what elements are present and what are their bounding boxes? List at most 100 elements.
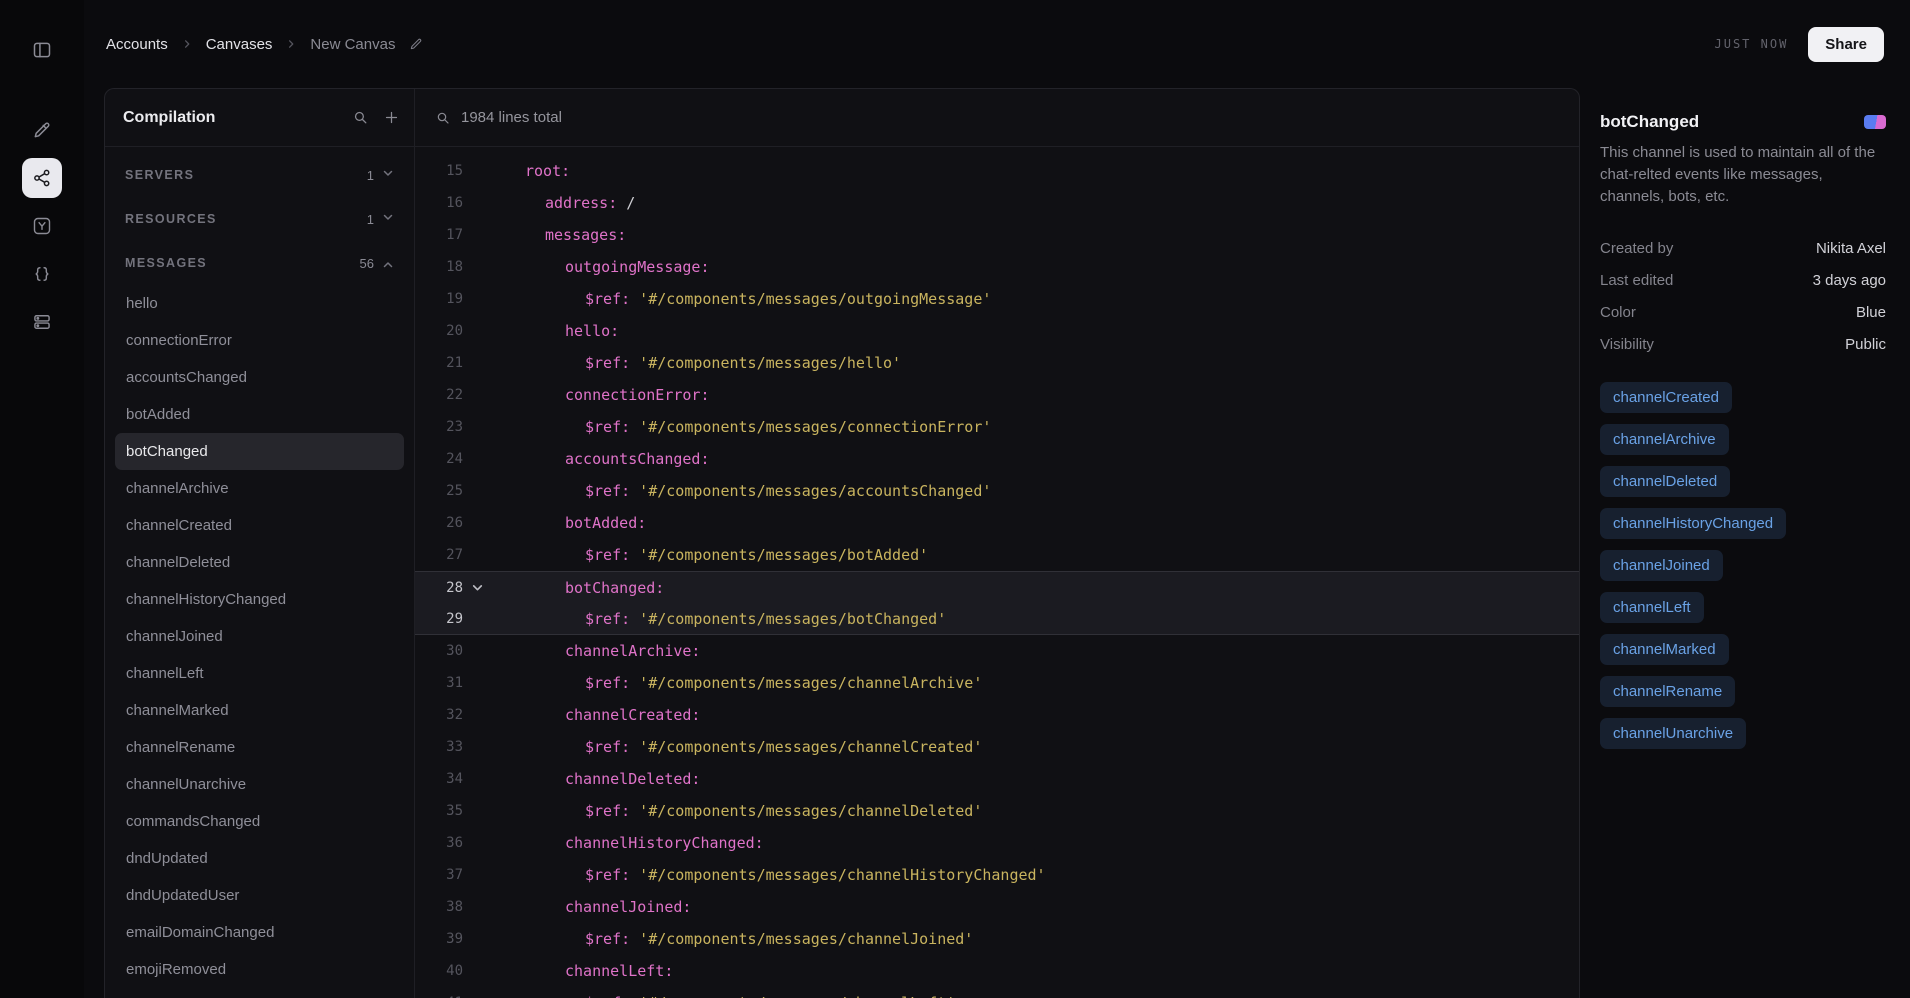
code-line[interactable]: 19$ref: '#/components/messages/outgoingM…	[415, 283, 1579, 315]
related-message-tag[interactable]: channelLeft	[1600, 592, 1704, 623]
share-button[interactable]: Share	[1808, 27, 1884, 62]
details-description: This channel is used to maintain all of …	[1600, 142, 1886, 208]
details-tags: channelCreated channelArchive channelDelet…	[1600, 382, 1886, 749]
line-number: 17	[415, 227, 463, 243]
message-item[interactable]: hello	[115, 285, 404, 322]
chevron-down-icon	[382, 210, 394, 228]
braces-icon[interactable]	[22, 254, 62, 294]
message-item[interactable]: botAdded	[115, 396, 404, 433]
code-line[interactable]: 24accountsChanged:	[415, 443, 1579, 475]
code-editor[interactable]: 15 root: 16address: /17messages:18outgoing…	[415, 147, 1579, 998]
code-line[interactable]: 33$ref: '#/components/messages/channelCr…	[415, 731, 1579, 763]
breadcrumb-accounts[interactable]: Accounts	[106, 36, 168, 53]
code-line[interactable]: 18outgoingMessage:	[415, 251, 1579, 283]
code-line[interactable]: 26botAdded:	[415, 507, 1579, 539]
line-number: 27	[415, 547, 463, 563]
section-servers[interactable]: SERVERS1	[115, 153, 404, 197]
related-message-tag[interactable]: channelArchive	[1600, 424, 1729, 455]
line-number: 39	[415, 931, 463, 947]
code-line[interactable]: 36channelHistoryChanged:	[415, 827, 1579, 859]
code-line[interactable]: 41$ref: '#/components/messages/channelLe…	[415, 987, 1579, 998]
code-line[interactable]: 27 $ref: '#/components/messages/botAdded'	[415, 539, 1579, 571]
nodes-icon[interactable]	[22, 158, 62, 198]
code-line[interactable]: 22connectionError:	[415, 379, 1579, 411]
yaml-icon[interactable]	[22, 206, 62, 246]
message-item[interactable]: channelCreated	[115, 507, 404, 544]
code-line[interactable]: 31$ref: '#/components/messages/channelAr…	[415, 667, 1579, 699]
line-number: 30	[415, 643, 463, 659]
related-message-tag[interactable]: channelMarked	[1600, 634, 1729, 665]
related-message-tag[interactable]: channelJoined	[1600, 550, 1723, 581]
code-line[interactable]: 39$ref: '#/components/messages/channelJo…	[415, 923, 1579, 955]
meta-label: Color	[1600, 304, 1636, 321]
section-label: SERVERS	[125, 168, 359, 182]
code-line[interactable]: 28botChanged:	[415, 571, 1579, 603]
code-lines: 15 root: 16address: /17messages:18outgoing…	[415, 155, 1579, 998]
related-message-tag[interactable]: channelUnarchive	[1600, 718, 1746, 749]
code-line[interactable]: 15 root:	[415, 155, 1579, 187]
card-header: Compilation 1984 lines total	[105, 89, 1579, 147]
message-item[interactable]: channelMarked	[115, 692, 404, 729]
add-icon[interactable]	[383, 109, 400, 126]
related-message-tag[interactable]: channelCreated	[1600, 382, 1732, 413]
code-text: $ref: '#/components/messages/botAdded'	[491, 546, 928, 564]
search-icon[interactable]	[435, 110, 451, 126]
section-messages[interactable]: MESSAGES56	[115, 241, 404, 285]
message-item[interactable]: botChanged	[115, 433, 404, 470]
code-line[interactable]: 35$ref: '#/components/messages/channelDe…	[415, 795, 1579, 827]
message-item[interactable]: channelJoined	[115, 618, 404, 655]
sidebar-header: Compilation	[105, 89, 415, 146]
code-text: $ref: '#/components/messages/channelHist…	[491, 866, 1046, 884]
lines-total-label: 1984 lines total	[461, 109, 562, 126]
card-body: SERVERS1RESOURCES1MESSAGES56 helloconnec…	[105, 147, 1579, 998]
section-resources[interactable]: RESOURCES1	[115, 197, 404, 241]
message-item[interactable]: accountsChanged	[115, 359, 404, 396]
message-item[interactable]: channelArchive	[115, 470, 404, 507]
related-message-tag[interactable]: channelDeleted	[1600, 466, 1730, 497]
edit-title-icon[interactable]	[409, 37, 423, 51]
code-line[interactable]: 38channelJoined:	[415, 891, 1579, 923]
code-text: channelLeft:	[491, 962, 673, 980]
code-line[interactable]: 25$ref: '#/components/messages/accountsC…	[415, 475, 1579, 507]
line-number: 40	[415, 963, 463, 979]
pen-icon[interactable]	[22, 110, 62, 150]
code-line[interactable]: 34channelDeleted:	[415, 763, 1579, 795]
code-line[interactable]: 17messages:	[415, 219, 1579, 251]
code-line[interactable]: 40 channelLeft:	[415, 955, 1579, 987]
message-item[interactable]: channelHistoryChanged	[115, 581, 404, 618]
message-item[interactable]: dndUpdatedUser	[115, 877, 404, 914]
message-item[interactable]: commandsChanged	[115, 803, 404, 840]
message-item[interactable]: channelUnarchive	[115, 766, 404, 803]
message-item[interactable]: emailDomainChanged	[115, 914, 404, 951]
line-number: 15	[415, 163, 463, 179]
topbar: Accounts Canvases New Canvas JUST NOW Sh…	[84, 0, 1910, 88]
code-line[interactable]: 29$ref: '#/components/messages/botChange…	[415, 603, 1579, 635]
section-count: 56	[360, 256, 374, 271]
message-item[interactable]: channelRename	[115, 729, 404, 766]
code-line[interactable]: 30channelArchive:	[415, 635, 1579, 667]
message-item[interactable]: emojiRemoved	[115, 951, 404, 988]
meta-value: Public	[1845, 336, 1886, 353]
section-label: RESOURCES	[125, 212, 359, 226]
panel-icon[interactable]	[22, 30, 62, 70]
code-line[interactable]: 37$ref: '#/components/messages/channelHi…	[415, 859, 1579, 891]
servers-icon[interactable]	[22, 302, 62, 342]
code-line[interactable]: 23$ref: '#/components/messages/connectio…	[415, 411, 1579, 443]
related-message-tag[interactable]: channelHistoryChanged	[1600, 508, 1786, 539]
breadcrumb-canvases[interactable]: Canvases	[206, 36, 273, 53]
code-text: root:	[491, 162, 570, 180]
color-chip-icon[interactable]	[1864, 115, 1886, 129]
code-line[interactable]: 20hello:	[415, 315, 1579, 347]
code-line[interactable]: 32channelCreated:	[415, 699, 1579, 731]
message-item[interactable]: channelDeleted	[115, 544, 404, 581]
message-item[interactable]: channelLeft	[115, 655, 404, 692]
code-line[interactable]: 16address: /	[415, 187, 1579, 219]
search-icon[interactable]	[352, 109, 369, 126]
message-item[interactable]: connectionError	[115, 322, 404, 359]
code-line[interactable]: 21$ref: '#/components/messages/hello'	[415, 347, 1579, 379]
fold-caret-icon[interactable]	[463, 581, 491, 594]
code-text: channelHistoryChanged:	[491, 834, 764, 852]
details-title: botChanged	[1600, 112, 1699, 132]
related-message-tag[interactable]: channelRename	[1600, 676, 1735, 707]
message-item[interactable]: dndUpdated	[115, 840, 404, 877]
